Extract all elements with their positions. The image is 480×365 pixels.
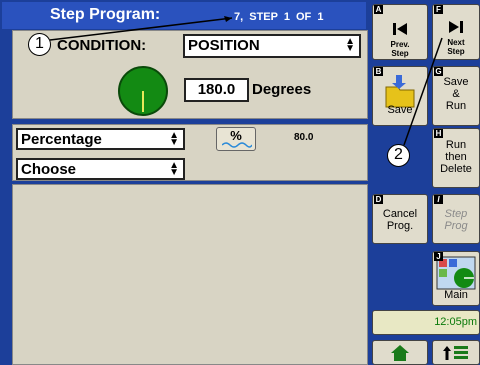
- callout-leader-lines: [49, 16, 443, 146]
- callout-1: 1: [28, 33, 51, 56]
- callout-2: 2: [387, 144, 410, 167]
